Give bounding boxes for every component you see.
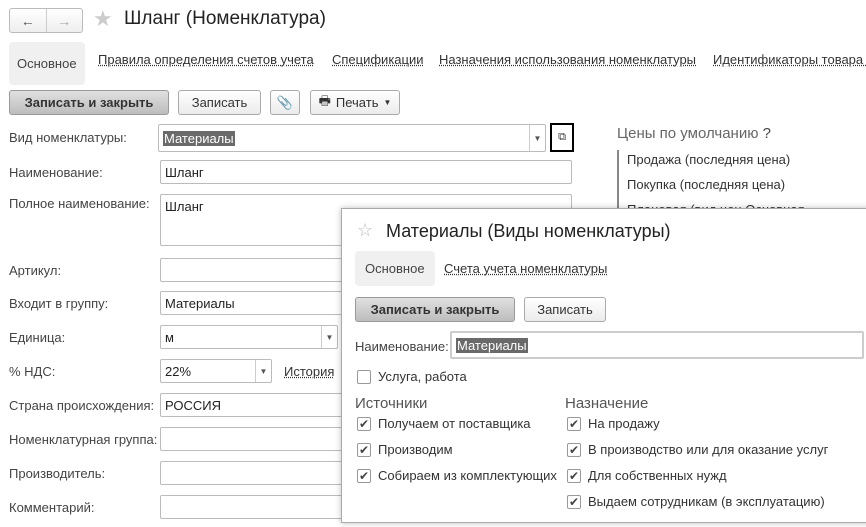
source-label: Собираем из комплектующих — [378, 468, 557, 483]
vat-input[interactable]: 22% ▼ — [160, 359, 272, 383]
arrow-right-icon[interactable]: → — [45, 9, 83, 32]
print-button[interactable]: 🖶 Печать ▼ — [310, 90, 400, 115]
dropdown-icon[interactable]: ▼ — [321, 326, 337, 348]
checkmark-icon: ✔ — [357, 468, 371, 483]
open-icon[interactable]: ⧉ — [550, 123, 574, 152]
manufacturer-label: Производитель: — [9, 466, 106, 481]
purpose-item[interactable]: ✔ Выдаем сотрудникам (в эксплуатацию) — [567, 494, 825, 509]
source-label: Производим — [378, 442, 453, 457]
tab-usage[interactable]: Назначения использования номенклатуры — [439, 52, 696, 67]
kind-label: Вид номенклатуры: — [9, 130, 127, 145]
checkmark-icon: ✔ — [357, 416, 371, 431]
popup-save-close-button[interactable]: Записать и закрыть — [355, 297, 515, 322]
name-input[interactable]: Шланг — [160, 160, 572, 184]
nom-group-label: Номенклатурная группа: — [9, 432, 158, 447]
print-label: Печать — [335, 95, 379, 110]
purpose-label: На продажу — [588, 416, 660, 431]
full-name-label: Полное наименование: — [9, 196, 150, 211]
attach-button[interactable]: 📎 — [270, 90, 300, 115]
prices-list: Продажа (последняя цена) Покупка (послед… — [617, 150, 805, 210]
checkmark-icon: ✔ — [567, 494, 581, 509]
save-close-button[interactable]: Записать и закрыть — [9, 90, 169, 115]
nav-buttons: ← → — [9, 8, 83, 33]
page-title: Шланг (Номенклатура) — [124, 8, 326, 29]
kind-value: Материалы — [163, 130, 235, 146]
help-icon[interactable]: ? — [763, 125, 771, 142]
prices-title-text: Цены по умолчанию — [617, 125, 759, 142]
save-button[interactable]: Записать — [178, 90, 261, 115]
arrow-left-icon[interactable]: ← — [10, 9, 46, 32]
name-label: Наименование: — [9, 165, 103, 180]
vat-label: % НДС: — [9, 364, 56, 379]
price-item[interactable]: Продажа (последняя цена) — [627, 150, 805, 175]
source-item[interactable]: ✔ Собираем из комплектующих — [357, 468, 557, 483]
checkmark-icon: ✔ — [357, 442, 371, 457]
price-item[interactable]: Покупка (последняя цена) — [627, 175, 805, 200]
popup-save-button[interactable]: Записать — [524, 297, 606, 322]
paperclip-icon: 📎 — [276, 94, 294, 110]
purpose-item[interactable]: ✔ В производство или для оказание услуг — [567, 442, 828, 457]
dropdown-icon[interactable]: ▼ — [255, 360, 271, 382]
vat-history-link[interactable]: История — [284, 364, 334, 379]
kind-input[interactable]: Материалы ▼ — [158, 124, 546, 152]
checkmark-icon: ✔ — [567, 416, 581, 431]
source-item[interactable]: ✔ Производим — [357, 442, 453, 457]
chevron-down-icon: ▼ — [383, 98, 392, 107]
popup-name-input[interactable]: Материалы — [450, 331, 864, 359]
favorite-star-icon[interactable]: ☆ — [357, 220, 373, 241]
prices-title: Цены по умолчанию ? — [617, 125, 771, 142]
popup-name-value: Материалы — [456, 337, 528, 353]
checkbox-icon — [357, 369, 371, 384]
tab-specifications[interactable]: Спецификации — [332, 52, 424, 67]
purpose-label: Для собственных нужд — [588, 468, 727, 483]
purpose-item[interactable]: ✔ Для собственных нужд — [567, 468, 727, 483]
vat-value: 22% — [165, 363, 192, 379]
checkmark-icon: ✔ — [567, 468, 581, 483]
tab-identifiers[interactable]: Идентификаторы товара в — [713, 52, 866, 67]
source-item[interactable]: ✔ Получаем от поставщика — [357, 416, 531, 431]
favorite-star-icon[interactable]: ★ — [93, 6, 113, 32]
purpose-item[interactable]: ✔ На продажу — [567, 416, 660, 431]
purpose-label: Выдаем сотрудникам (в эксплуатацию) — [588, 494, 825, 509]
service-checkbox[interactable]: Услуга, работа — [357, 369, 467, 384]
source-label: Получаем от поставщика — [378, 416, 531, 431]
article-label: Артикул: — [9, 263, 62, 278]
popup-name-label: Наименование: — [355, 339, 449, 354]
popup-tab-main[interactable]: Основное — [355, 251, 435, 286]
group-label: Входит в группу: — [9, 296, 109, 311]
checkmark-icon: ✔ — [567, 442, 581, 457]
popup-title: Материалы (Виды номенклатуры) — [386, 221, 671, 241]
service-label: Услуга, работа — [378, 369, 467, 384]
tab-main[interactable]: Основное — [9, 42, 85, 85]
purpose-title: Назначение — [565, 395, 649, 412]
printer-icon: 🖶 — [318, 92, 331, 108]
dropdown-icon[interactable]: ▼ — [529, 125, 545, 151]
unit-value: м — [165, 329, 174, 345]
popup-tab-accounts[interactable]: Счета учета номенклатуры — [444, 261, 607, 276]
comment-label: Комментарий: — [9, 500, 95, 515]
unit-input[interactable]: м ▼ — [160, 325, 338, 349]
unit-label: Единица: — [9, 330, 66, 345]
purpose-label: В производство или для оказание услуг — [588, 442, 829, 457]
tab-account-rules[interactable]: Правила определения счетов учета — [98, 52, 314, 67]
country-label: Страна происхождения: — [9, 398, 155, 413]
kind-popup-window: ☆ Материалы (Виды номенклатуры) Основное… — [341, 208, 866, 523]
sources-title: Источники — [355, 395, 428, 412]
